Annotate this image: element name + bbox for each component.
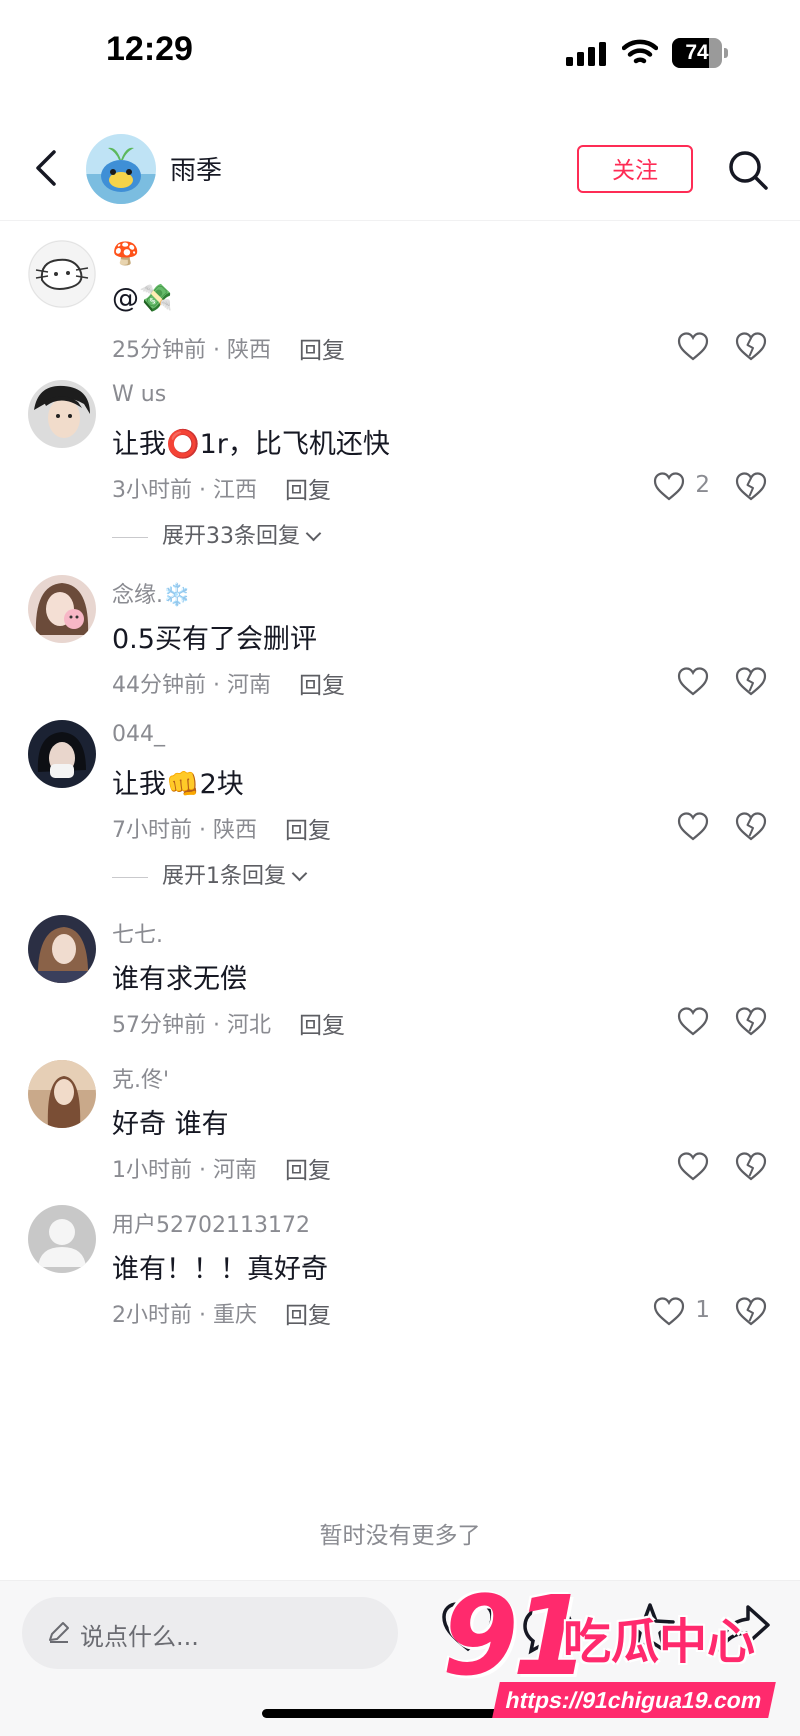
chevron-down-icon — [305, 525, 322, 542]
comment-time-location: 44分钟前 · 河南 — [112, 673, 271, 698]
battery-percent: 74 — [685, 41, 709, 64]
heart-icon[interactable] — [440, 1599, 496, 1659]
comment-username[interactable]: 念缘.❄️ — [112, 577, 190, 609]
comment-time-location: 57分钟前 · 河北 — [112, 1013, 271, 1038]
comment-text: @💸 — [112, 283, 173, 314]
header: 雨季 关注 — [0, 120, 800, 221]
share-icon[interactable] — [716, 1599, 772, 1659]
like-button[interactable] — [610, 810, 710, 844]
expand-divider — [112, 876, 148, 878]
comment-text: 让我👊2块 — [112, 769, 244, 800]
reply-button[interactable]: 回复 — [285, 811, 331, 845]
header-username[interactable]: 雨季 — [170, 150, 222, 187]
broken-heart-icon[interactable] — [734, 1150, 768, 1184]
expand-replies-button[interactable]: 展开1条回复 — [112, 858, 308, 890]
broken-heart-icon[interactable] — [734, 665, 768, 699]
comment-avatar[interactable] — [28, 380, 96, 448]
comment-item[interactable]: 念缘.❄️ 0.5买有了会删评 44分钟前 · 河南 回复 — [0, 575, 800, 705]
chevron-down-icon — [291, 865, 308, 882]
comment-avatar[interactable] — [28, 720, 96, 788]
reply-button[interactable]: 回复 — [285, 1151, 331, 1185]
heart-icon — [652, 1295, 686, 1329]
reply-button[interactable]: 回复 — [299, 666, 345, 700]
like-button[interactable] — [610, 1150, 710, 1184]
battery-indicator: 74 — [672, 38, 728, 68]
comment-item[interactable]: 用户52702113172 谁有！！！真好奇 2小时前 · 重庆 回复 1 — [0, 1205, 800, 1335]
comment-item[interactable]: 七七. 谁有求无偿 57分钟前 · 河北 回复 — [0, 915, 800, 1045]
cellular-signal-icon — [566, 42, 606, 66]
search-icon[interactable] — [726, 148, 770, 192]
comment-avatar[interactable] — [28, 1060, 96, 1128]
comment-avatar[interactable] — [28, 915, 96, 983]
like-count: 1 — [695, 1297, 710, 1323]
like-button[interactable]: 2 — [610, 470, 710, 504]
like-button[interactable] — [610, 1005, 710, 1039]
comment-time-location: 3小时前 · 江西 — [112, 478, 257, 503]
heart-icon — [652, 470, 686, 504]
heart-icon — [676, 1150, 710, 1184]
reply-button[interactable]: 回复 — [299, 1006, 345, 1040]
comment-text: 谁有！！！真好奇 — [112, 1254, 328, 1285]
like-count: 2 — [695, 472, 710, 498]
heart-icon — [676, 330, 710, 364]
comment-bubble-icon[interactable] — [520, 1599, 576, 1659]
comment-username[interactable]: 七七. — [112, 917, 163, 949]
comment-item[interactable]: 🍄 @💸 25分钟前 · 陕西 回复 — [0, 240, 800, 370]
comment-username[interactable]: 克.佟' — [112, 1062, 169, 1094]
broken-heart-icon[interactable] — [734, 810, 768, 844]
wifi-icon — [622, 39, 658, 64]
comment-time-location: 1小时前 · 河南 — [112, 1158, 257, 1183]
heart-icon — [676, 810, 710, 844]
broken-heart-icon[interactable] — [734, 470, 768, 504]
broken-heart-icon[interactable] — [734, 1295, 768, 1329]
star-icon[interactable] — [622, 1599, 678, 1659]
expand-divider — [112, 536, 148, 538]
comment-avatar[interactable] — [28, 575, 96, 643]
no-more-text: 暂时没有更多了 — [319, 1523, 481, 1549]
comment-avatar[interactable] — [28, 1205, 96, 1273]
comment-time-location: 25分钟前 · 陕西 — [112, 338, 271, 363]
reply-button[interactable]: 回复 — [299, 331, 345, 365]
comment-text: 0.5买有了会删评 — [112, 624, 317, 655]
heart-icon — [676, 665, 710, 699]
heart-icon — [676, 1005, 710, 1039]
comment-text: 好奇 谁有 — [112, 1109, 229, 1140]
comment-username[interactable]: 044_ — [112, 722, 165, 747]
pen-icon — [49, 1622, 69, 1643]
bottom-bar: 说点什么... — [0, 1580, 800, 1736]
status-bar: 12:29 74 — [0, 0, 800, 100]
comment-item[interactable]: W us 让我⭕1r，比飞机还快 3小时前 · 江西 回复 2 展开33条回复 — [0, 380, 800, 565]
input-placeholder: 说点什么... — [80, 1623, 199, 1651]
comment-avatar[interactable] — [28, 240, 96, 308]
expand-replies-label: 展开1条回复 — [162, 864, 286, 889]
like-button[interactable] — [610, 665, 710, 699]
status-time: 12:29 — [106, 30, 193, 68]
comment-text: 谁有求无偿 — [112, 964, 247, 995]
like-button[interactable]: 1 — [610, 1295, 710, 1329]
expand-replies-button[interactable]: 展开33条回复 — [112, 518, 322, 550]
back-arrow-icon[interactable] — [28, 146, 64, 190]
broken-heart-icon[interactable] — [734, 330, 768, 364]
home-indicator — [262, 1709, 538, 1718]
comment-time-location: 7小时前 · 陕西 — [112, 818, 257, 843]
broken-heart-icon[interactable] — [734, 1005, 768, 1039]
follow-button[interactable]: 关注 — [577, 145, 693, 193]
comment-item[interactable]: 044_ 让我👊2块 7小时前 · 陕西 回复展开1条回复 — [0, 720, 800, 905]
expand-replies-label: 展开33条回复 — [162, 524, 300, 549]
comment-username[interactable]: 用户52702113172 — [112, 1207, 310, 1239]
comment-username[interactable]: 🍄 — [112, 242, 139, 267]
reply-button[interactable]: 回复 — [285, 471, 331, 505]
reply-button[interactable]: 回复 — [285, 1296, 331, 1330]
like-button[interactable] — [610, 330, 710, 364]
comment-username[interactable]: W us — [112, 382, 166, 407]
comment-text: 让我⭕1r，比飞机还快 — [112, 429, 390, 460]
user-avatar[interactable] — [86, 134, 156, 204]
comment-input[interactable]: 说点什么... — [22, 1597, 398, 1669]
comment-time-location: 2小时前 · 重庆 — [112, 1303, 257, 1328]
comment-item[interactable]: 克.佟' 好奇 谁有 1小时前 · 河南 回复 — [0, 1060, 800, 1190]
